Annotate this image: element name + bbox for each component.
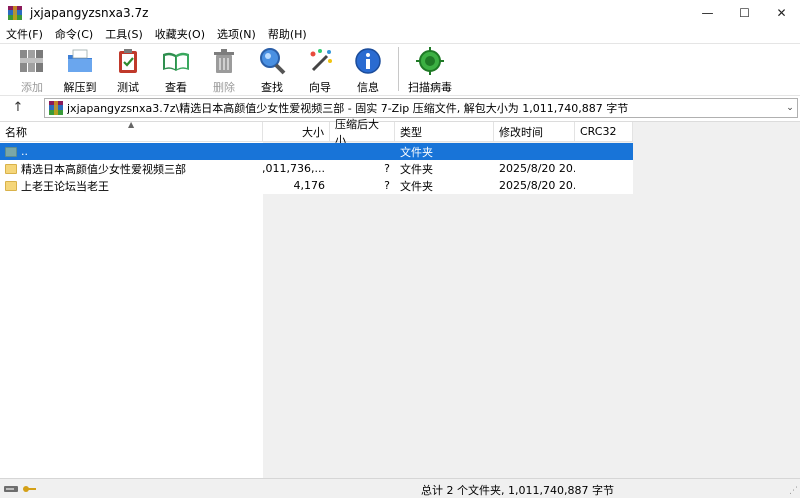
column-crc32[interactable]: CRC32	[575, 122, 633, 142]
column-crc32-label: CRC32	[580, 125, 617, 138]
delete-label: 删除	[213, 81, 235, 94]
path-field[interactable]: jxjapangyzsnxa3.7z\精选日本高颜值少女性爱视频三部 - 固实 …	[44, 98, 798, 118]
archive-books-icon	[17, 46, 47, 76]
packed-cell: ?	[384, 179, 390, 192]
find-label: 查找	[261, 81, 283, 94]
row-name: ..	[21, 145, 28, 158]
status-summary: 总计 2 个文件夹, 1,011,740,887 字节	[421, 484, 614, 497]
info-label: 信息	[357, 81, 379, 94]
wizard-button[interactable]: 向导	[296, 44, 344, 96]
crc-cell	[575, 143, 633, 160]
crc-cell	[575, 160, 633, 177]
name-cell: 上老王论坛当老王	[0, 177, 263, 194]
virus-scan-button[interactable]: 扫描病毒	[405, 44, 455, 96]
toolbar-separator	[398, 47, 399, 91]
menu-commands[interactable]: 命令(C)	[49, 26, 99, 42]
delete-button[interactable]: 删除	[200, 44, 248, 96]
packed-cell: ?	[384, 162, 390, 175]
menu-help[interactable]: 帮助(H)	[262, 26, 313, 42]
test-clipboard-icon	[113, 46, 143, 76]
wizard-label: 向导	[309, 81, 331, 94]
path-dropdown-icon[interactable]: ⌄	[783, 103, 797, 113]
folder-icon	[5, 163, 17, 174]
menu-bar: 文件(F) 命令(C) 工具(S) 收藏夹(O) 选项(N) 帮助(H)	[0, 25, 800, 43]
table-row[interactable]: .. 文件夹	[0, 143, 633, 160]
modified-cell: 2025/8/20 20...	[499, 162, 575, 175]
maximize-button[interactable]: ☐	[726, 0, 763, 25]
add-label: 添加	[21, 81, 43, 94]
menu-favorites[interactable]: 收藏夹(O)	[149, 26, 211, 42]
type-cell: 文件夹	[400, 179, 433, 193]
packed-cell	[330, 143, 395, 160]
size-cell	[263, 143, 330, 160]
sort-ascending-icon: ▲	[128, 120, 135, 129]
trash-can-icon	[209, 46, 239, 76]
add-button[interactable]: 添加	[8, 44, 56, 96]
info-icon	[353, 46, 383, 76]
parent-folder-icon	[5, 146, 17, 157]
drive-icon	[4, 485, 18, 492]
minimize-button[interactable]: —	[689, 0, 726, 25]
column-type[interactable]: 类型	[395, 122, 494, 142]
column-modified-label: 修改时间	[499, 125, 543, 139]
table-row[interactable]: 上老王论坛当老王 4,176 ? 文件夹 2025/8/20 20...	[0, 177, 633, 194]
file-list: 名称 ▲ 大小 压缩后大小 类型 修改时间 CRC32 .. 文件夹 精选日本高…	[0, 118, 800, 479]
view-label: 查看	[165, 81, 187, 94]
test-button[interactable]: 测试	[104, 44, 152, 96]
test-label: 测试	[117, 81, 139, 94]
window-title: jxjapangyzsnxa3.7z	[30, 5, 149, 20]
list-rows: .. 文件夹 精选日本高颜值少女性爱视频三部 1,011,736,... ? 文…	[0, 143, 633, 194]
status-bar: 总计 2 个文件夹, 1,011,740,887 字节 ⋰	[0, 478, 800, 498]
folder-icon	[5, 180, 17, 191]
column-type-label: 类型	[400, 125, 422, 139]
size-cell: 1,011,736,...	[263, 162, 325, 175]
size-cell: 4,176	[293, 179, 326, 192]
row-name: 上老王论坛当老王	[21, 179, 109, 193]
winrar-app-icon	[8, 5, 22, 20]
column-size[interactable]: 大小	[263, 122, 330, 142]
archive-file-icon	[49, 101, 63, 115]
name-cell: 精选日本高颜值少女性爱视频三部	[0, 160, 263, 177]
list-header: 名称 ▲ 大小 压缩后大小 类型 修改时间 CRC32	[0, 118, 633, 147]
find-button[interactable]: 查找	[248, 44, 296, 96]
table-row[interactable]: 精选日本高颜值少女性爱视频三部 1,011,736,... ? 文件夹 2025…	[0, 160, 633, 177]
row-name: 精选日本高颜值少女性爱视频三部	[21, 162, 186, 176]
name-cell: ..	[0, 143, 263, 160]
type-cell: 文件夹	[400, 162, 433, 176]
extract-to-label: 解压到	[63, 81, 97, 94]
extract-folder-icon	[65, 46, 95, 76]
column-size-label: 大小	[302, 125, 324, 139]
title-bar: jxjapangyzsnxa3.7z — ☐ ✕	[0, 0, 800, 25]
column-name[interactable]: 名称 ▲	[0, 120, 263, 142]
menu-file[interactable]: 文件(F)	[0, 26, 49, 42]
up-one-level-button[interactable]: ↑	[0, 97, 36, 119]
close-button[interactable]: ✕	[763, 0, 800, 25]
magic-wand-icon	[305, 46, 335, 76]
address-bar: ↑ jxjapangyzsnxa3.7z\精选日本高颜值少女性爱视频三部 - 固…	[0, 95, 800, 119]
type-cell: 文件夹	[400, 145, 433, 159]
crc-cell	[575, 177, 633, 194]
column-name-label: 名称	[5, 125, 27, 139]
info-button[interactable]: 信息	[344, 44, 392, 96]
open-book-icon	[161, 46, 191, 76]
view-button[interactable]: 查看	[152, 44, 200, 96]
virus-icon	[415, 46, 445, 76]
virus-scan-label: 扫描病毒	[408, 81, 452, 94]
menu-tools[interactable]: 工具(S)	[99, 26, 149, 42]
column-packed[interactable]: 压缩后大小	[330, 118, 395, 147]
magnifier-icon	[257, 46, 287, 76]
column-modified[interactable]: 修改时间	[494, 122, 575, 142]
modified-cell	[494, 143, 575, 160]
resize-grip-icon[interactable]: ⋰	[789, 486, 798, 496]
toolbar: 添加 解压到 测试 查看 删除 查找 向导 信息 扫描病毒	[0, 43, 800, 95]
key-icon[interactable]	[22, 484, 36, 494]
path-text: jxjapangyzsnxa3.7z\精选日本高颜值少女性爱视频三部 - 固实 …	[67, 102, 629, 115]
extract-to-button[interactable]: 解压到	[56, 44, 104, 96]
modified-cell: 2025/8/20 20...	[499, 179, 575, 192]
menu-options[interactable]: 选项(N)	[211, 26, 262, 42]
